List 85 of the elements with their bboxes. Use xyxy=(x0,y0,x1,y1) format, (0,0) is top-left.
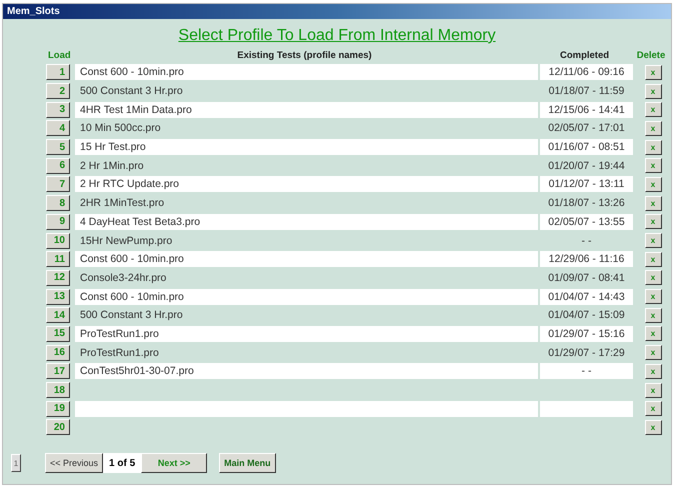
delete-button[interactable]: x xyxy=(644,326,662,342)
load-slot-button[interactable]: 13 xyxy=(46,288,70,305)
load-slot-button[interactable]: 11 xyxy=(46,251,70,268)
delete-button[interactable]: x xyxy=(644,252,662,267)
load-slot-button[interactable]: 1 xyxy=(46,64,70,80)
profile-name: 15Hr NewPump.pro xyxy=(80,234,172,247)
load-slot-button[interactable]: 12 xyxy=(46,270,70,286)
completed-date: 01/04/07 - 15:09 xyxy=(548,309,625,322)
load-slot-button[interactable]: 17 xyxy=(46,363,70,380)
profile-name: 2HR 1MinTest.pro xyxy=(80,197,164,210)
column-header: Delete xyxy=(636,50,666,60)
completed-date: 12/11/06 - 09:16 xyxy=(548,66,624,78)
delete-button[interactable]: x xyxy=(644,214,662,230)
load-slot-button[interactable]: 16 xyxy=(46,344,70,361)
delete-button[interactable]: x xyxy=(644,102,662,118)
delete-button[interactable]: x xyxy=(644,84,662,99)
load-slot-button[interactable]: 18 xyxy=(46,382,70,398)
profile-name: Const 600 - 10min.pro xyxy=(80,66,184,78)
load-slot-button[interactable]: 4 xyxy=(46,120,70,136)
profile-name: ProTestRun1.pro xyxy=(80,328,159,340)
delete-button[interactable]: x xyxy=(644,120,662,136)
delete-button[interactable]: x xyxy=(644,420,662,435)
load-slot-button[interactable]: 10 xyxy=(46,232,70,249)
profile-name: 500 Constant 3 Hr.pro xyxy=(80,85,183,98)
delete-button[interactable]: x xyxy=(644,289,662,304)
next-button[interactable]: Next >> xyxy=(141,453,208,474)
load-slot-button[interactable]: 9 xyxy=(46,214,70,230)
delete-button[interactable]: x xyxy=(644,401,662,416)
completed-date: - - xyxy=(582,234,592,247)
completed-date: 01/04/07 - 14:43 xyxy=(548,290,625,303)
delete-button[interactable]: x xyxy=(644,140,662,155)
completed-date: 01/20/07 - 19:44 xyxy=(548,160,625,172)
completed-date: 01/18/07 - 13:26 xyxy=(548,197,625,210)
profile-name: 15 Hr Test.pro xyxy=(80,141,146,154)
load-slot-button[interactable]: 6 xyxy=(46,158,70,174)
load-slot-button[interactable]: 8 xyxy=(46,195,70,212)
load-slot-button[interactable]: 3 xyxy=(46,102,70,118)
profile-name: ProTestRun1.pro xyxy=(80,346,159,359)
load-slot-button[interactable]: 2 xyxy=(46,83,70,100)
profile-name: Const 600 - 10min.pro xyxy=(80,290,184,303)
column-header: Existing Tests (profile names) xyxy=(236,50,373,60)
column-header: Completed xyxy=(558,50,610,60)
completed-date: 01/12/07 - 13:11 xyxy=(548,178,624,190)
window-title: Mem_Slots xyxy=(7,6,60,17)
delete-button[interactable]: x xyxy=(644,233,662,248)
side-button[interactable]: 1 xyxy=(11,454,21,472)
completed-date: 01/16/07 - 08:51 xyxy=(548,141,625,154)
delete-button[interactable]: x xyxy=(644,308,662,323)
column-header: Load xyxy=(47,50,72,60)
load-slot-button[interactable]: 15 xyxy=(46,326,70,342)
profile-name: 2 Hr RTC Update.pro xyxy=(80,178,180,190)
profile-name: ConTest5hr01-30-07.pro xyxy=(80,365,194,378)
previous-button[interactable]: << Previous xyxy=(45,453,104,474)
load-slot-button[interactable]: 5 xyxy=(46,139,70,156)
completed-date: 02/05/07 - 17:01 xyxy=(548,122,625,134)
profile-name: 10 Min 500cc.pro xyxy=(80,122,161,134)
delete-button[interactable]: x xyxy=(644,382,662,398)
main-menu-button[interactable]: Main Menu xyxy=(219,453,276,474)
completed-date: 01/18/07 - 11:59 xyxy=(548,85,624,98)
page-indicator: 1 of 5 xyxy=(103,453,142,474)
completed-date: 12/15/06 - 14:41 xyxy=(548,104,625,116)
profile-name: 4 DayHeat Test Beta3.pro xyxy=(80,216,200,228)
delete-button[interactable]: x xyxy=(644,196,662,211)
load-slot-button[interactable]: 19 xyxy=(46,400,70,417)
page-heading: Select Profile To Load From Internal Memory xyxy=(178,27,496,45)
completed-date: 12/29/06 - 11:16 xyxy=(548,253,624,266)
completed-date: 02/05/07 - 13:55 xyxy=(548,216,625,228)
delete-button[interactable]: x xyxy=(644,176,662,192)
profile-name: Console3-24hr.pro xyxy=(80,272,166,284)
profile-name: Const 600 - 10min.pro xyxy=(80,253,184,266)
load-slot-button[interactable]: 20 xyxy=(46,419,70,436)
delete-button[interactable]: x xyxy=(644,345,662,360)
completed-date: 01/29/07 - 15:16 xyxy=(548,328,625,340)
profile-name: 4HR Test 1Min Data.pro xyxy=(80,104,192,116)
profile-name: 500 Constant 3 Hr.pro xyxy=(80,309,183,322)
load-slot-button[interactable]: 7 xyxy=(46,176,70,192)
completed-date: 01/29/07 - 17:29 xyxy=(548,346,625,359)
completed-date: - - xyxy=(582,365,592,378)
delete-button[interactable]: x xyxy=(644,270,662,286)
delete-button[interactable]: x xyxy=(644,64,662,80)
load-slot-button[interactable]: 14 xyxy=(46,307,70,324)
delete-button[interactable]: x xyxy=(644,364,662,379)
profile-name: 2 Hr 1Min.pro xyxy=(80,160,144,172)
completed-date: 01/09/07 - 08:41 xyxy=(548,272,625,284)
delete-button[interactable]: x xyxy=(644,158,662,174)
